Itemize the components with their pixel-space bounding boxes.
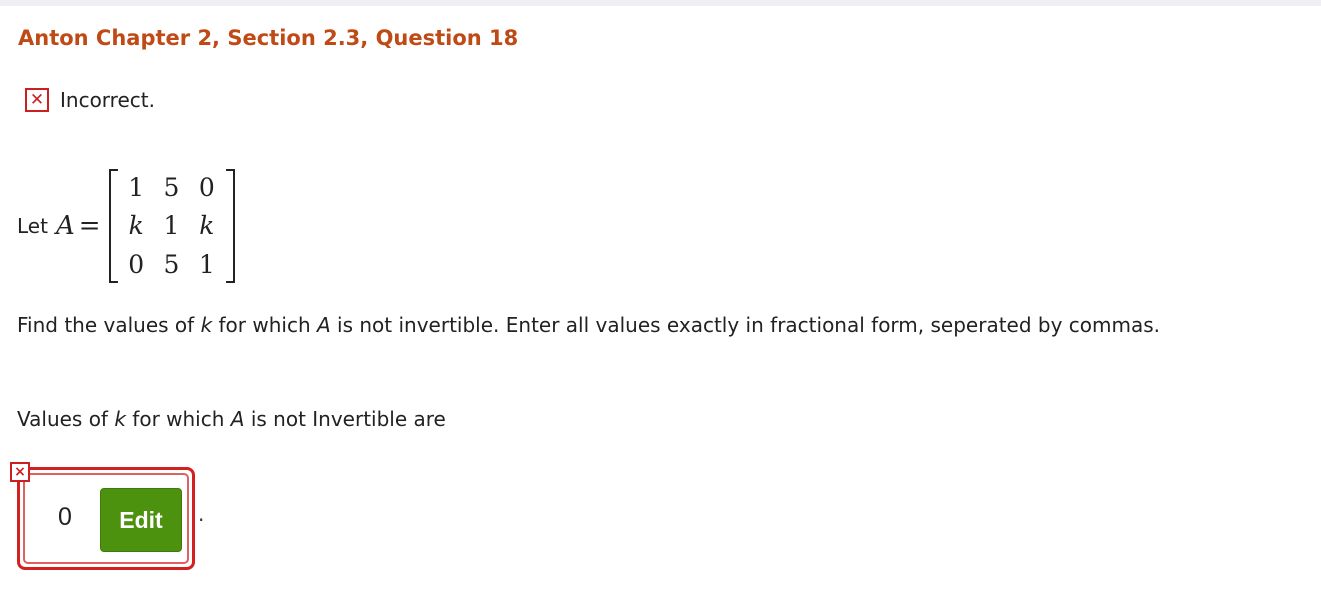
answer-label-part: for which [125,407,231,431]
answer-label-var-k: k [114,407,126,431]
answer-label-part: Values of [17,407,115,431]
question-part: is not invertible. Enter all values exac… [330,313,1161,337]
matrix-cell: 1 [128,172,145,202]
question-var-a: A [317,313,331,337]
matrix: 1 5 0 k 1 k 0 5 1 [107,165,237,287]
answer-error-icon: × [10,462,30,482]
matrix-left-bracket [108,169,118,283]
status-row: ✕ Incorrect. [25,86,155,114]
matrix-cell: k [199,211,215,241]
trailing-period: . [198,502,205,526]
matrix-cell: 1 [198,250,215,280]
matrix-cell: 5 [163,172,180,202]
let-text: Let [17,214,48,238]
question-text: Find the values of k for which A is not … [17,313,1160,337]
answer-box[interactable]: 0 Edit [17,467,195,570]
answer-label-part: is not Invertible are [244,407,446,431]
matrix-cell: 0 [128,250,145,280]
status-text: Incorrect. [60,88,155,112]
top-strip [0,0,1321,6]
matrix-cell: 5 [163,250,180,280]
question-title: Anton Chapter 2, Section 2.3, Question 1… [18,26,519,50]
answer-label: Values of k for which A is not Invertibl… [17,407,446,431]
matrix-cell: k [128,211,144,241]
matrix-variable: A [55,211,75,241]
matrix-right-bracket [225,169,235,283]
question-part: for which [212,313,317,337]
matrix-grid: 1 5 0 k 1 k 0 5 1 [119,168,225,284]
incorrect-x-icon: ✕ [25,88,49,112]
answer-value: 0 [58,503,72,531]
matrix-cell: 0 [198,172,215,202]
answer-label-var-a: A [230,407,245,431]
edit-button[interactable]: Edit [100,488,182,552]
matrix-cell: 1 [163,211,180,241]
question-part: Find the values of [17,313,201,337]
equals-sign: = [78,211,101,241]
matrix-definition: Let A = 1 5 0 k 1 k 0 5 1 [17,162,237,290]
question-var-k: k [200,313,213,337]
